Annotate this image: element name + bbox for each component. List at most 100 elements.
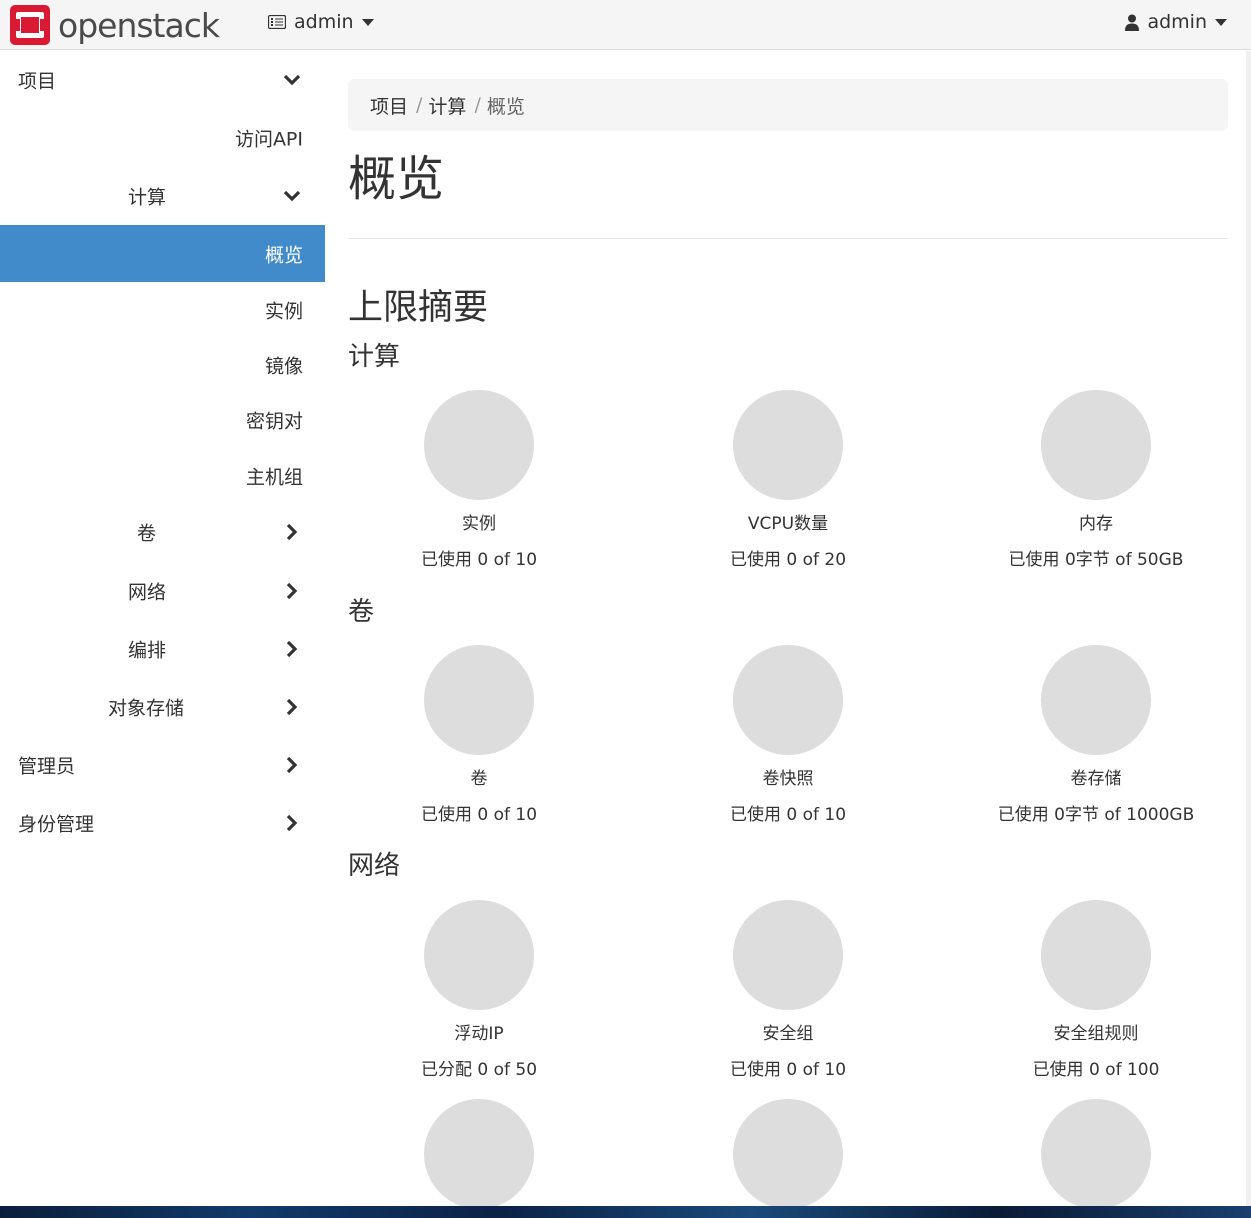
quota-chart-ram: 内存 已使用 0字节 of 50GB <box>966 390 1226 570</box>
sidebar-item-keypairs[interactable]: 密钥对 <box>0 391 325 448</box>
sidebar-item-compute[interactable]: 计算 <box>0 167 325 224</box>
quota-usage: 已使用 0 of 10 <box>729 805 847 825</box>
quota-chart-instances: 实例 已使用 0 of 10 <box>349 390 609 570</box>
sidebar-item-label: 网络 <box>128 581 167 603</box>
sidebar-item-orchestration[interactable]: 编排 <box>0 620 325 677</box>
caret-down-icon <box>361 18 374 26</box>
quota-label: 浮动IP <box>454 1024 504 1044</box>
chevron-down-icon <box>283 190 301 201</box>
sidebar-item-volumes[interactable]: 卷 <box>0 503 325 560</box>
user-icon <box>1125 14 1140 31</box>
sidebar-item-label: 主机组 <box>245 466 303 488</box>
chevron-down-icon <box>283 74 301 85</box>
pie-chart <box>733 645 843 755</box>
quota-label: 安全组规则 <box>1053 1024 1139 1044</box>
sidebar-item-label: 管理员 <box>18 755 76 777</box>
section-title-network: 网络 <box>348 851 401 881</box>
quota-usage: 已使用 0 of 10 <box>420 805 538 825</box>
quota-label: 内存 <box>1079 514 1113 534</box>
sidebar-item-api-access[interactable]: 访问API <box>0 109 325 166</box>
pie-chart <box>1041 390 1151 500</box>
quota-usage: 已使用 0字节 of 50GB <box>1008 550 1184 570</box>
quota-chart-vcpus: VCPU数量 已使用 0 of 20 <box>658 390 918 570</box>
breadcrumb-item-compute[interactable]: 计算 <box>428 92 466 119</box>
chevron-right-icon <box>286 640 298 657</box>
pie-chart <box>733 390 843 500</box>
section-title-volumes: 卷 <box>348 597 375 627</box>
quota-chart-partial <box>349 1099 609 1206</box>
server-icon <box>268 15 286 29</box>
quota-usage: 已使用 0 of 20 <box>729 550 847 570</box>
chevron-right-icon <box>286 582 298 599</box>
pie-chart <box>424 900 534 1010</box>
quota-label: 卷快照 <box>762 769 814 789</box>
top-navbar: openstack admin admin <box>0 0 1251 50</box>
sidebar-item-project[interactable]: 项目 <box>0 51 325 108</box>
quota-chart-partial <box>966 1099 1226 1206</box>
quota-usage: 已使用 0 of 10 <box>420 550 538 570</box>
quota-usage: 已使用 0 of 100 <box>1032 1060 1160 1080</box>
desktop-taskbar-strip <box>0 1206 1251 1218</box>
quota-label: 卷 <box>470 769 488 789</box>
quota-label: 卷存储 <box>1070 769 1122 789</box>
openstack-logo-icon <box>10 5 50 45</box>
caret-down-icon <box>1215 18 1227 26</box>
quota-chart-volume-snapshots: 卷快照 已使用 0 of 10 <box>658 645 918 825</box>
sidebar-item-label: 身份管理 <box>18 813 95 835</box>
sidebar-item-label: 镜像 <box>264 355 303 377</box>
sidebar-item-network[interactable]: 网络 <box>0 562 325 619</box>
chevron-right-icon <box>286 523 298 540</box>
sidebar-item-label: 概览 <box>264 244 303 266</box>
page-title: 概览 <box>348 151 445 207</box>
sidebar-item-admin[interactable]: 管理员 <box>0 736 325 793</box>
sidebar-item-label: 计算 <box>128 186 167 208</box>
chevron-right-icon <box>286 814 298 831</box>
pie-chart <box>1041 645 1151 755</box>
openstack-logo[interactable]: openstack <box>10 5 220 45</box>
quota-label: VCPU数量 <box>747 514 829 534</box>
page-scrollbar[interactable] <box>1246 51 1251 1206</box>
user-menu[interactable]: admin <box>1125 11 1227 33</box>
sidebar-item-label: 对象存储 <box>108 697 185 719</box>
pie-chart <box>424 390 534 500</box>
sidebar-item-server-groups[interactable]: 主机组 <box>0 447 325 504</box>
sidebar-item-label: 编排 <box>128 639 167 661</box>
quota-label: 实例 <box>462 514 496 534</box>
breadcrumb-separator: / <box>474 94 481 116</box>
pie-chart <box>733 900 843 1010</box>
breadcrumb-separator: / <box>416 94 423 116</box>
sidebar-item-label: 密钥对 <box>245 410 303 432</box>
sidebar-item-overview[interactable]: 概览 <box>0 225 325 282</box>
quota-chart-volumes: 卷 已使用 0 of 10 <box>349 645 609 825</box>
pie-chart <box>1041 1099 1151 1206</box>
sidebar-item-images[interactable]: 镜像 <box>0 336 325 393</box>
section-title-compute: 计算 <box>348 342 401 372</box>
breadcrumb: 项目 / 计算 / 概览 <box>348 79 1228 131</box>
chevron-right-icon <box>286 698 298 715</box>
sidebar-item-object-store[interactable]: 对象存储 <box>0 678 325 735</box>
breadcrumb-item-project[interactable]: 项目 <box>370 92 408 119</box>
pie-chart <box>424 645 534 755</box>
sidebar-item-label: 项目 <box>18 70 57 92</box>
sidebar-item-label: 卷 <box>137 522 157 544</box>
quota-chart-volume-storage: 卷存储 已使用 0字节 of 1000GB <box>966 645 1226 825</box>
chevron-right-icon <box>286 756 298 773</box>
quota-chart-security-groups: 安全组 已使用 0 of 10 <box>658 900 918 1080</box>
project-selector[interactable]: admin <box>268 11 374 33</box>
sidebar-item-identity[interactable]: 身份管理 <box>0 794 325 851</box>
quota-label: 安全组 <box>762 1024 814 1044</box>
pie-chart <box>733 1099 843 1206</box>
title-divider <box>348 238 1228 239</box>
pie-chart <box>424 1099 534 1206</box>
sidebar-item-label: 访问API <box>234 128 303 150</box>
quota-usage: 已使用 0字节 of 1000GB <box>997 805 1195 825</box>
sidebar-item-label: 实例 <box>264 300 303 322</box>
breadcrumb-item-overview: 概览 <box>486 95 525 118</box>
quota-chart-floating-ips: 浮动IP 已分配 0 of 50 <box>349 900 609 1080</box>
brand-name: openstack <box>58 5 220 45</box>
quota-chart-security-group-rules: 安全组规则 已使用 0 of 100 <box>966 900 1226 1080</box>
quota-usage: 已使用 0 of 10 <box>729 1060 847 1080</box>
user-menu-label: admin <box>1147 11 1207 33</box>
sidebar-item-instances[interactable]: 实例 <box>0 281 325 338</box>
limit-summary-heading: 上限摘要 <box>348 288 489 328</box>
